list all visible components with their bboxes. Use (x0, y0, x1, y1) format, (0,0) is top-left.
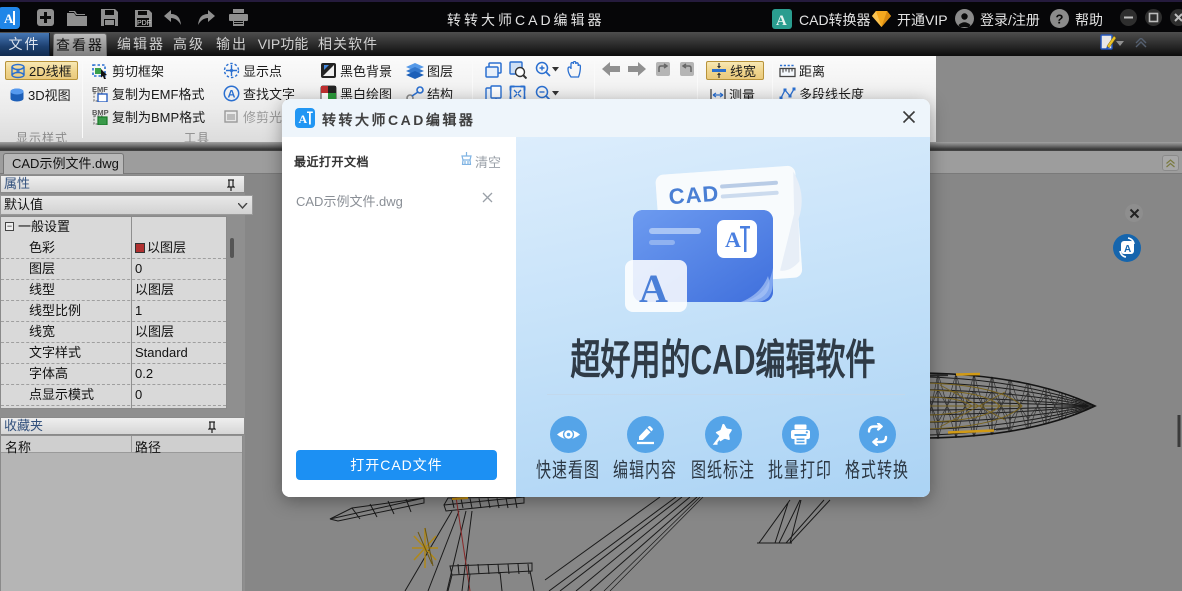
svg-text:A: A (299, 112, 308, 126)
svg-text:?: ? (1056, 12, 1064, 27)
svg-text:A: A (639, 266, 668, 311)
svg-text:CAD: CAD (668, 181, 720, 209)
svg-text:A: A (4, 11, 14, 26)
svg-text:PDF: PDF (137, 20, 151, 27)
svg-text:A: A (1124, 244, 1131, 255)
svg-text:A: A (725, 227, 741, 252)
svg-text:A: A (228, 89, 236, 101)
svg-text:A: A (776, 13, 787, 29)
